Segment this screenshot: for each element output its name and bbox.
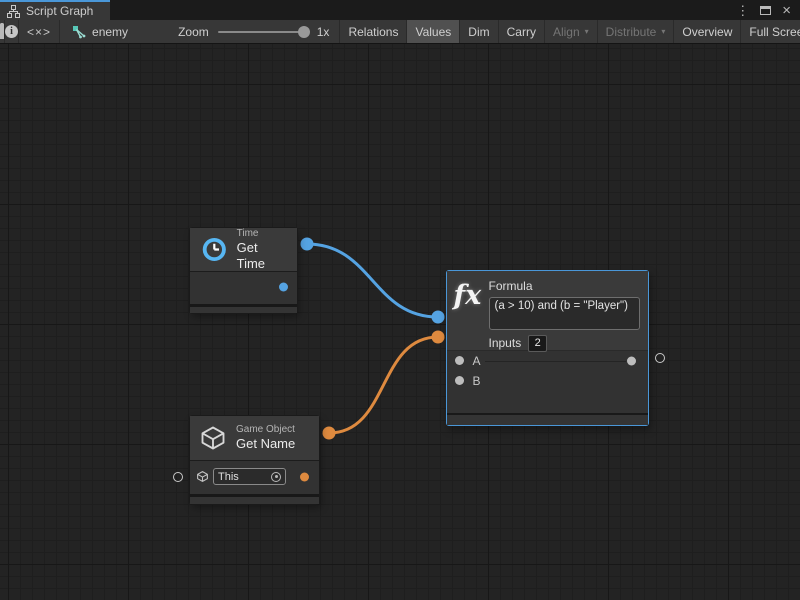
toolbar-toggle-group: Relations Values Dim Carry Align ▾ Distr… xyxy=(339,20,800,43)
connection-wires xyxy=(0,44,800,600)
get-name-ports: This xyxy=(190,461,319,492)
graph-toolbar: i <×> enemy Zoom 1x Relations Values Dim xyxy=(0,20,800,44)
wire-getname-to-formula-b xyxy=(329,337,438,433)
graph-name: enemy xyxy=(92,25,128,39)
output-port-result[interactable] xyxy=(627,356,636,365)
port-label-b: B xyxy=(473,374,481,388)
wire-gettime-to-formula-a xyxy=(307,244,438,317)
port-label-a: A xyxy=(473,354,481,368)
script-graph-asset-icon xyxy=(72,25,86,39)
node-footer xyxy=(190,304,297,313)
lock-icon xyxy=(0,25,4,39)
input-port-b[interactable] xyxy=(455,376,464,385)
distribute-dropdown[interactable]: Distribute ▾ xyxy=(598,20,675,43)
chevron-down-icon: ▾ xyxy=(661,27,665,36)
title-bar: Script Graph ⋮ × xyxy=(0,0,800,20)
cube-port-icon xyxy=(196,470,209,483)
node-formula[interactable]: fx Formula (a > 10) and (b = "Player") I… xyxy=(446,270,649,426)
input-port-a[interactable] xyxy=(455,356,464,365)
relation-line xyxy=(485,361,626,362)
kebab-menu-icon[interactable]: ⋮ xyxy=(736,4,749,17)
target-object-field[interactable]: This xyxy=(213,468,286,485)
close-icon[interactable]: × xyxy=(782,3,791,18)
dim-button[interactable]: Dim xyxy=(460,20,498,43)
node-get-time[interactable]: Time Get Time xyxy=(190,228,297,313)
get-name-header: Game Object Get Name xyxy=(190,416,319,461)
window-controls: ⋮ × xyxy=(736,0,800,20)
output-port-name[interactable] xyxy=(300,472,309,481)
formula-expression-input[interactable]: (a > 10) and (b = "Player") xyxy=(489,297,640,330)
tab-title: Script Graph xyxy=(26,4,93,18)
relations-button[interactable]: Relations xyxy=(340,20,407,43)
port-row-b: B xyxy=(447,371,648,391)
full-screen-button[interactable]: Full Screen xyxy=(741,20,800,43)
target-value: This xyxy=(218,471,267,483)
node-title: Get Time xyxy=(237,240,285,273)
unconnected-output-port[interactable] xyxy=(655,353,665,363)
unconnected-input-port[interactable] xyxy=(173,472,183,482)
chevron-down-icon: ▾ xyxy=(585,27,589,36)
game-object-cube-icon xyxy=(199,424,227,452)
clock-icon xyxy=(201,235,228,264)
node-title: Formula xyxy=(489,279,640,293)
graph-canvas[interactable]: Time Get Time fx Formula (a > 10) and (b… xyxy=(0,44,800,600)
port-row-a: A xyxy=(447,351,648,371)
output-port-time[interactable] xyxy=(279,282,288,291)
carry-button[interactable]: Carry xyxy=(499,20,545,43)
graph-hierarchy-icon xyxy=(7,5,20,18)
info-button[interactable]: i xyxy=(5,20,19,43)
code-preview-button[interactable]: <×> xyxy=(19,20,60,43)
graph-breadcrumb[interactable]: enemy xyxy=(60,20,138,43)
script-graph-window: Script Graph ⋮ × i <×> enemy xyxy=(0,0,800,600)
code-icon: <×> xyxy=(27,25,51,39)
formula-header: fx Formula (a > 10) and (b = "Player") I… xyxy=(447,271,648,351)
fx-icon: fx xyxy=(454,279,482,350)
inputs-count-field[interactable]: 2 xyxy=(528,335,547,352)
get-time-header: Time Get Time xyxy=(190,228,297,272)
maximize-icon[interactable] xyxy=(760,6,771,15)
zoom-slider-handle[interactable] xyxy=(298,26,310,38)
tab-script-graph[interactable]: Script Graph xyxy=(0,0,110,20)
node-footer xyxy=(190,494,319,504)
node-title: Get Name xyxy=(236,436,295,452)
zoom-slider[interactable] xyxy=(218,31,304,33)
zoom-control: Zoom 1x xyxy=(138,20,339,43)
zoom-label: Zoom xyxy=(178,25,209,39)
get-time-ports xyxy=(190,272,297,301)
node-footer xyxy=(447,413,648,425)
align-dropdown[interactable]: Align ▾ xyxy=(545,20,598,43)
object-picker-icon[interactable] xyxy=(271,472,281,482)
node-category: Time xyxy=(237,227,285,240)
overview-button[interactable]: Overview xyxy=(674,20,741,43)
inputs-label: Inputs xyxy=(489,336,522,350)
node-get-name[interactable]: Game Object Get Name This xyxy=(190,416,319,504)
values-button[interactable]: Values xyxy=(407,20,460,43)
info-icon: i xyxy=(5,25,18,38)
node-category: Game Object xyxy=(236,423,295,436)
zoom-value: 1x xyxy=(313,25,340,39)
